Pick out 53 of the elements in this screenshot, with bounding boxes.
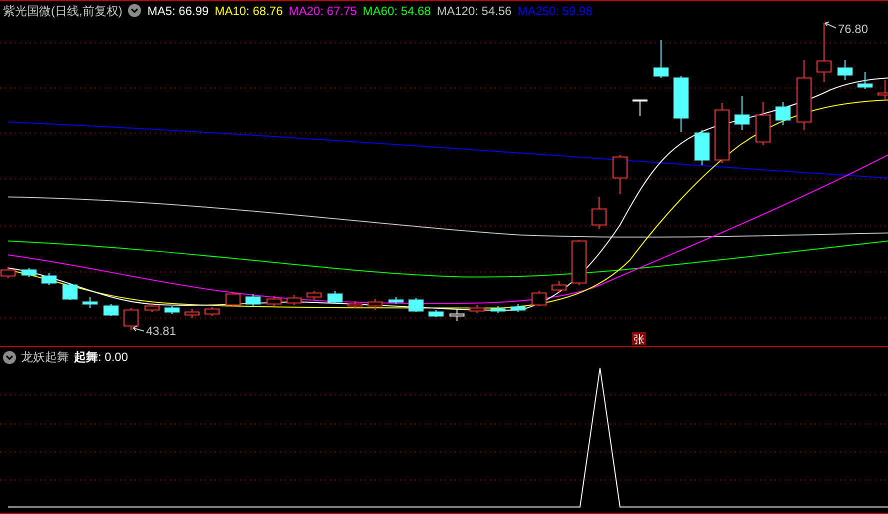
- candlestick: [104, 304, 118, 316]
- candlestick: [450, 308, 464, 322]
- candlestick: [348, 300, 362, 308]
- candlestick: [796, 60, 812, 130]
- candlestick: [428, 310, 444, 318]
- candlestick: [388, 296, 404, 304]
- candlestick: [204, 306, 220, 316]
- candlestick: [592, 196, 606, 230]
- candlestick: [22, 268, 36, 278]
- candlestick: [816, 22, 832, 82]
- candlestick: [144, 304, 160, 312]
- candlestick: [62, 282, 78, 300]
- candlestick: [674, 76, 688, 132]
- candlestick: [532, 290, 546, 306]
- indicator-reading: 起舞: 0.00: [74, 349, 128, 366]
- candlestick: [266, 296, 282, 306]
- candlestick: [776, 102, 790, 126]
- candlestick: [306, 290, 322, 300]
- candlestick: [42, 272, 56, 286]
- indicator-name: 龙妖起舞: [21, 349, 69, 366]
- candlestick: [184, 308, 200, 318]
- candlestick: [226, 292, 240, 306]
- candlestick: [124, 308, 138, 330]
- candlestick: [286, 294, 302, 306]
- candlestick: [756, 102, 770, 146]
- limit-up-badge: 张: [632, 332, 646, 346]
- candlestick: [694, 130, 710, 166]
- candlestick: [612, 154, 628, 194]
- candlestick: [858, 72, 872, 90]
- candlestick: [408, 298, 424, 312]
- moving-average-reading: MA250: 59.98: [518, 2, 592, 20]
- candlestick: [368, 298, 382, 310]
- candlestick: [164, 306, 180, 314]
- moving-average-reading: MA20: 67.75: [288, 2, 357, 20]
- candlestick: [734, 96, 750, 130]
- candlestick: [654, 40, 668, 78]
- candlestick: [490, 306, 506, 314]
- candlestick: [552, 280, 566, 292]
- candlestick: [328, 290, 342, 304]
- candlestick: [510, 304, 526, 312]
- moving-average-reading: MA5: 66.99: [147, 2, 209, 20]
- collapse-icon[interactable]: [128, 4, 142, 17]
- chart-title: 紫光国微(日线,前复权): [3, 2, 122, 20]
- candlestick: [714, 102, 730, 164]
- candlestick: [572, 240, 586, 286]
- candlestick: [838, 60, 852, 80]
- moving-average-reading: MA10: 68.76: [214, 2, 283, 20]
- collapse-icon[interactable]: [3, 350, 16, 364]
- moving-average-reading: MA120: 54.56: [436, 2, 512, 20]
- candlestick: [246, 294, 260, 306]
- candlestick: [632, 100, 648, 116]
- moving-average-reading: MA60: 54.68: [362, 2, 431, 20]
- candlestick: [82, 296, 98, 308]
